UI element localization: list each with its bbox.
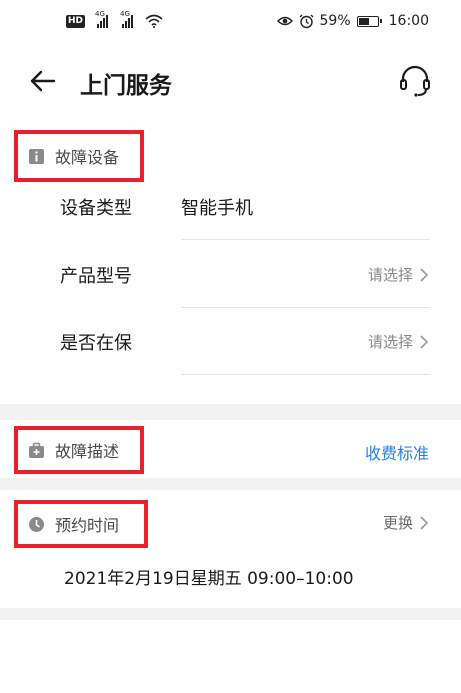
arrow-left-icon[interactable] [26, 64, 60, 98]
signal-icon: 4G [95, 10, 109, 28]
device-type-row: 设备类型 智能手机 [0, 172, 461, 240]
toolbox-icon [29, 442, 44, 458]
headset-icon[interactable] [396, 62, 434, 100]
select-placeholder: 请选择 [367, 266, 413, 284]
status-left: HD 4G 4G [66, 10, 163, 28]
section-title: 预约时间 [55, 516, 120, 535]
clock-time: 16:00 [388, 13, 429, 29]
clock-icon [29, 516, 44, 532]
warranty-row: 是否在保 请选择 [0, 307, 461, 375]
alarm-icon [299, 14, 313, 28]
change-time-button[interactable]: 更换 [383, 512, 429, 533]
signal-icon-2: 4G [120, 10, 134, 28]
wifi-icon [145, 14, 163, 28]
appointment-section-header: 预约时间 [14, 500, 148, 548]
status-bar: HD 4G 4G 59% 16:00 [0, 0, 461, 48]
fault-description-card[interactable]: 故障描述 收费标准 [0, 420, 461, 478]
device-type-label: 设备类型 [60, 198, 132, 219]
appointment-card: 预约时间 更换 2021年2月19日星期五 09:00–10:00 [0, 490, 461, 608]
status-right: 59% 16:00 [276, 13, 429, 29]
fee-standard-link[interactable]: 收费标准 [365, 440, 429, 464]
chevron-right-icon [420, 334, 429, 349]
fault-device-card: 故障设备 设备类型 智能手机 产品型号 请选择 是否在保 请选择 [0, 114, 461, 404]
chevron-right-icon [420, 515, 429, 530]
product-model-row: 产品型号 请选择 [0, 240, 461, 308]
select-placeholder: 请选择 [367, 333, 413, 351]
warranty-label: 是否在保 [60, 333, 132, 354]
page-header: 上门服务 [0, 48, 461, 114]
product-model-label: 产品型号 [60, 266, 132, 287]
change-label: 更换 [382, 514, 413, 532]
warranty-select[interactable]: 请选择 [368, 331, 429, 352]
product-model-select[interactable]: 请选择 [368, 264, 429, 285]
hd-badge: HD [66, 14, 86, 28]
trailing-card [0, 620, 461, 693]
divider [181, 374, 430, 375]
section-title: 故障描述 [55, 442, 120, 461]
section-title: 故障设备 [55, 148, 120, 167]
appointment-datetime: 2021年2月19日星期五 09:00–10:00 [64, 569, 354, 589]
battery-percent: 59% [319, 13, 351, 29]
device-type-value[interactable]: 智能手机 [181, 194, 253, 220]
fault-description-section-header: 故障描述 [14, 426, 144, 474]
eye-icon [276, 16, 293, 26]
chevron-right-icon [420, 267, 429, 282]
info-icon [29, 148, 44, 164]
battery-icon [356, 15, 382, 27]
page-title: 上门服务 [80, 73, 172, 99]
